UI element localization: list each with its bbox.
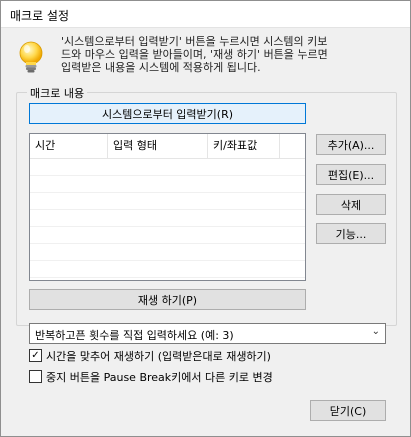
- info-line: 드와 마우스 입력을 받아들이며, '재생 하기' 버튼을 누르면: [61, 48, 328, 61]
- macro-settings-window: 매크로 설정 '시스템으로부터 입력받기' 버튼을 누르시면 시스템의 키보 드…: [0, 0, 411, 437]
- column-header-time[interactable]: 시간: [30, 134, 108, 158]
- sync-time-label[interactable]: 시간을 맞추어 재생하기 (입력받은대로 재생하기): [46, 348, 271, 364]
- list-header: 시간 입력 형태 키/좌표값: [30, 134, 305, 159]
- sync-time-checkbox[interactable]: ✓: [29, 349, 42, 362]
- info-line: 입력받은 내용을 시스템에 적용하게 됩니다.: [61, 61, 261, 74]
- list-row: [30, 193, 305, 210]
- stop-key-checkbox[interactable]: [29, 370, 42, 383]
- edit-button[interactable]: 편집(E)...: [316, 164, 386, 185]
- function-button[interactable]: 기능...: [316, 223, 386, 244]
- list-row: [30, 176, 305, 193]
- stop-key-label[interactable]: 중지 버튼을 Pause Break키에서 다른 키로 변경: [46, 369, 273, 385]
- list-row: [30, 244, 305, 261]
- lightbulb-icon: [19, 41, 43, 73]
- delete-button[interactable]: 삭제: [316, 194, 386, 215]
- info-line: '시스템으로부터 입력받기' 버튼을 누르시면 시스템의 키보: [61, 35, 328, 48]
- column-header-input-type[interactable]: 입력 형태: [108, 134, 208, 158]
- play-button[interactable]: 재생 하기(P): [29, 289, 306, 310]
- macro-content-label: 매크로 내용: [27, 85, 88, 101]
- repeat-count-value: 반복하고픈 횟수를 직접 입력하세요 (예: 3): [35, 329, 234, 342]
- record-from-system-button[interactable]: 시스템으로부터 입력받기(R): [29, 103, 306, 124]
- add-button[interactable]: 추가(A)...: [316, 134, 386, 155]
- list-row: [30, 261, 305, 278]
- repeat-count-combobox[interactable]: 반복하고픈 횟수를 직접 입력하세요 (예: 3) ⌄: [29, 323, 386, 344]
- close-button[interactable]: 닫기(C): [310, 400, 386, 421]
- info-panel: '시스템으로부터 입력받기' 버튼을 누르시면 시스템의 키보 드와 마우스 입…: [17, 35, 397, 79]
- chevron-down-icon[interactable]: ⌄: [372, 326, 380, 337]
- info-text: '시스템으로부터 입력받기' 버튼을 누르시면 시스템의 키보 드와 마우스 입…: [61, 35, 401, 74]
- column-header-key-coord[interactable]: 키/좌표값: [208, 134, 280, 158]
- list-row: [30, 227, 305, 244]
- title-bar[interactable]: 매크로 설정: [1, 1, 410, 28]
- macro-list[interactable]: 시간 입력 형태 키/좌표값: [29, 133, 306, 281]
- window-title: 매크로 설정: [10, 9, 70, 23]
- list-row: [30, 210, 305, 227]
- list-row: [30, 159, 305, 176]
